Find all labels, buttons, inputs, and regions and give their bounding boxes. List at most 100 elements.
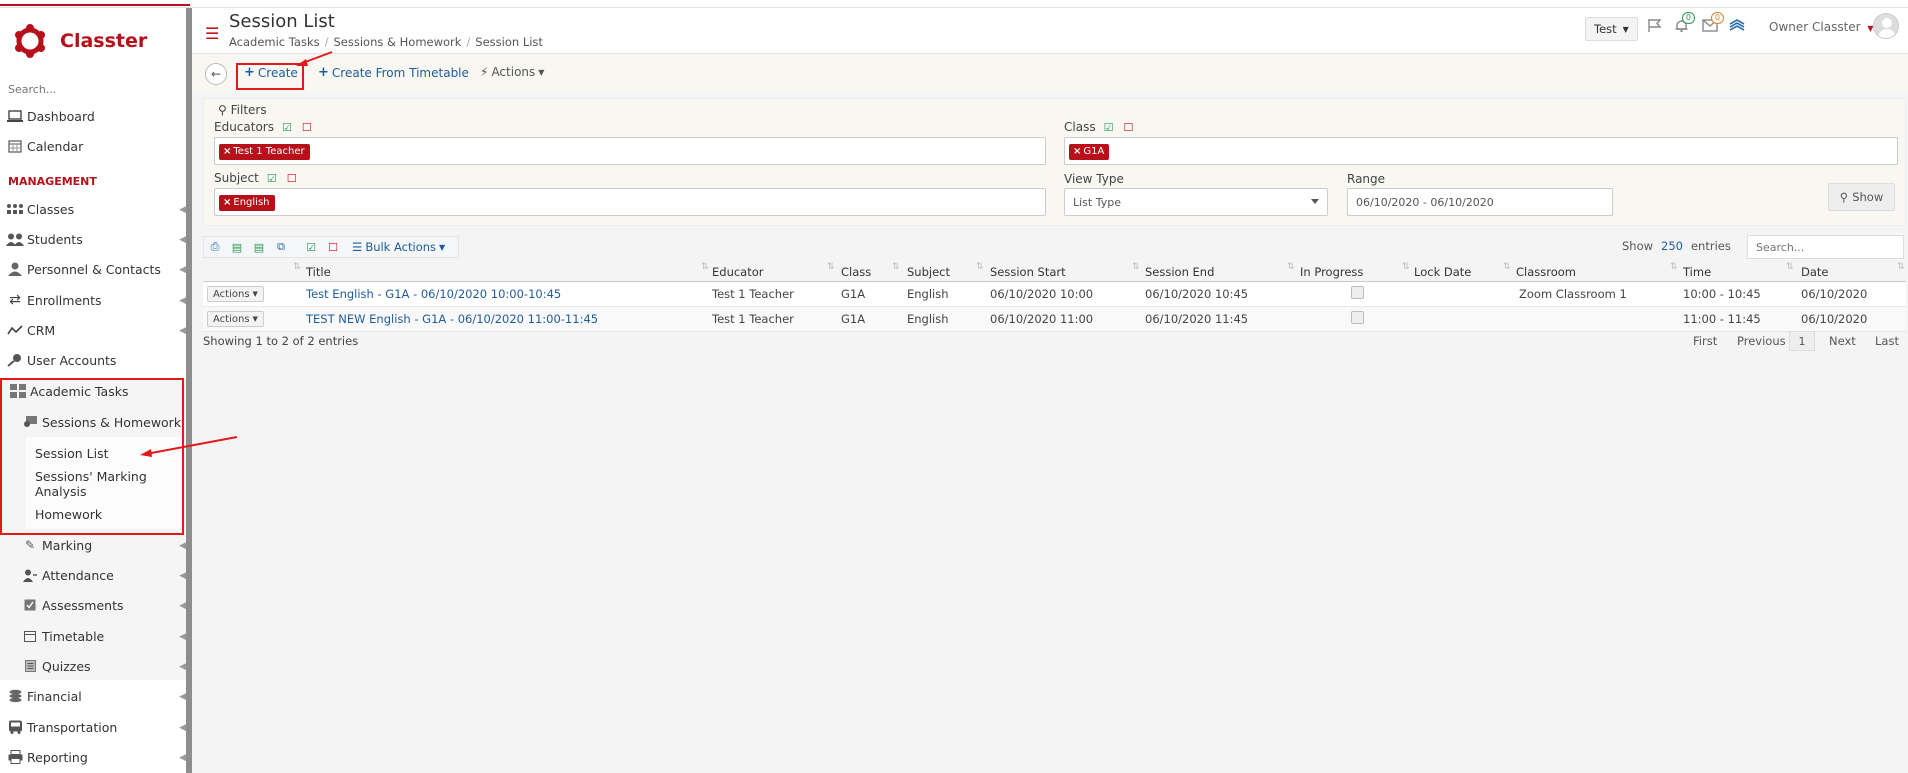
sidebar-item-quizzes[interactable]: Quizzes ◀ [15,654,186,678]
sidebar-item-attendance[interactable]: Attendance ◀ [15,563,186,587]
cell-educator: Test 1 Teacher [712,287,794,301]
show-button[interactable]: ⚲ Show [1828,183,1895,211]
sidebar-item-crm[interactable]: CRM ◀ [0,318,186,342]
in-progress-checkbox[interactable] [1351,286,1364,299]
column-title[interactable]: Title [306,265,331,279]
sidebar-item-financial[interactable]: Financial ◀ [0,684,186,708]
entries-label: entries [1690,239,1731,253]
test-dropdown-label: Test [1594,22,1617,36]
select-all-icon[interactable]: ☑ [1104,121,1114,134]
column-session-start[interactable]: Session Start [990,265,1066,279]
breadcrumb-item[interactable]: Academic Tasks [229,35,320,49]
sort-icon[interactable]: ⇅ [1897,262,1905,272]
column-class[interactable]: Class [841,265,871,279]
session-title-link[interactable]: Test English - G1A - 06/10/2020 10:00-10… [306,287,561,301]
table-row[interactable]: Actions ▼ Test English - G1A - 06/10/2020… [203,282,1906,307]
select-all-icon[interactable]: ☑ [267,172,277,185]
clear-all-icon[interactable]: ☐ [287,172,297,185]
row-actions-button[interactable]: Actions ▼ [207,286,264,302]
sidebar-item-personnel-contacts[interactable]: Personnel & Contacts ◀ [0,257,186,281]
envelope-icon[interactable]: 0 [1702,12,1724,36]
view-type-select[interactable]: List Type [1064,188,1328,216]
sidebar-item-reporting[interactable]: Reporting ◀ [0,745,186,769]
row-actions-button[interactable]: Actions ▼ [207,311,264,327]
layers-icon[interactable] [1729,18,1745,37]
sort-icon[interactable]: ⇅ [976,262,984,272]
sort-icon[interactable]: ⇅ [1503,262,1511,272]
sidebar-item-user-accounts[interactable]: User Accounts [0,348,186,372]
sidebar-item-dashboard[interactable]: Dashboard [0,104,186,128]
csv-icon[interactable]: ▤ [248,241,270,254]
pager-current-page[interactable]: 1 [1789,331,1815,351]
table-row[interactable]: Actions ▼ TEST NEW English - G1A - 06/10/… [203,307,1906,332]
sort-icon[interactable]: ⇅ [892,262,900,272]
class-chip[interactable]: × G1A [1069,144,1110,160]
column-lock-date[interactable]: Lock Date [1414,265,1471,279]
flag-icon[interactable] [1647,18,1662,37]
print-icon[interactable]: ⎙ [204,240,226,254]
pager-first[interactable]: First [1693,334,1717,348]
sort-icon[interactable]: ⇅ [701,262,709,272]
subject-select[interactable]: × English [214,188,1046,216]
sidebar-search-input[interactable] [8,80,178,98]
sidebar-item-students[interactable]: Students ◀ [0,227,186,251]
pager-next[interactable]: Next [1829,334,1856,348]
session-title-link[interactable]: TEST NEW English - G1A - 06/10/2020 11:0… [306,312,598,326]
column-classroom[interactable]: Classroom [1516,265,1576,279]
excel-icon[interactable]: ▤ [226,241,248,254]
sidebar-scrollbar[interactable] [186,8,192,773]
avatar[interactable] [1873,13,1899,39]
column-subject[interactable]: Subject [907,265,950,279]
pager-previous[interactable]: Previous [1737,334,1786,348]
sort-icon[interactable]: ⇅ [1670,262,1678,272]
create-from-timetable-button[interactable]: + Create From Timetable [318,65,469,80]
bell-icon[interactable]: 0 [1674,12,1695,37]
sidebar-item-enrollments[interactable]: ⇄ Enrollments ◀ [0,288,186,312]
user-menu[interactable]: Owner Classter ▼ [1769,20,1874,34]
bulk-actions-dropdown[interactable]: ☰ Bulk Actions ▼ [352,240,445,254]
sort-icon[interactable]: ⇅ [827,262,835,272]
educators-select[interactable]: × Test 1 Teacher [214,137,1046,165]
sidebar-item-timetable[interactable]: Timetable ◀ [15,624,186,648]
test-dropdown[interactable]: Test ▼ [1585,17,1638,41]
back-button[interactable]: ← [205,63,227,85]
sidebar-item-marking[interactable]: ✎ Marking ◀ [15,533,186,557]
sidebar-item-classes[interactable]: Classes ◀ [0,197,186,221]
hamburger-icon[interactable]: ☰ [205,24,219,43]
range-input[interactable]: 06/10/2020 - 06/10/2020 [1347,188,1613,216]
sidebar-item-calendar[interactable]: Calendar [0,134,186,158]
sort-icon[interactable]: ⇅ [1287,262,1295,272]
remove-chip-icon[interactable]: × [1073,146,1081,157]
brand-logo[interactable]: Classter [12,16,147,66]
chevron-left-icon: ◀ [179,662,186,672]
breadcrumb-item[interactable]: Sessions & Homework [333,35,461,49]
sidebar-item-transportation[interactable]: Transportation ◀ [0,715,186,739]
select-all-rows-icon[interactable]: ☑ [300,241,322,254]
sort-icon[interactable]: ⇅ [293,262,301,272]
in-progress-checkbox[interactable] [1351,311,1364,324]
subject-chip[interactable]: × English [219,195,275,211]
column-session-end[interactable]: Session End [1145,265,1214,279]
deselect-all-rows-icon[interactable]: ☐ [322,241,344,254]
chevron-left-icon: ◀ [179,601,186,611]
page-size-select[interactable]: 250 [1661,239,1683,253]
column-educator[interactable]: Educator [712,265,764,279]
table-search-input[interactable] [1747,235,1904,259]
educator-chip[interactable]: × Test 1 Teacher [219,144,310,160]
copy-icon[interactable]: ⧉ [270,240,292,254]
clear-all-icon[interactable]: ☐ [302,121,312,134]
pager-last[interactable]: Last [1875,334,1899,348]
actions-dropdown[interactable]: ⚡ Actions ▼ [480,65,544,79]
column-time[interactable]: Time [1683,265,1711,279]
remove-chip-icon[interactable]: × [223,146,231,157]
sort-icon[interactable]: ⇅ [1786,262,1794,272]
class-select[interactable]: × G1A [1064,137,1898,165]
clear-all-icon[interactable]: ☐ [1123,121,1133,134]
sidebar-item-assessments[interactable]: Assessments ◀ [15,593,186,617]
column-in-progress[interactable]: In Progress [1300,265,1363,279]
column-date[interactable]: Date [1801,265,1829,279]
sort-icon[interactable]: ⇅ [1402,262,1410,272]
remove-chip-icon[interactable]: × [223,197,231,208]
sort-icon[interactable]: ⇅ [1132,262,1140,272]
select-all-icon[interactable]: ☑ [282,121,292,134]
